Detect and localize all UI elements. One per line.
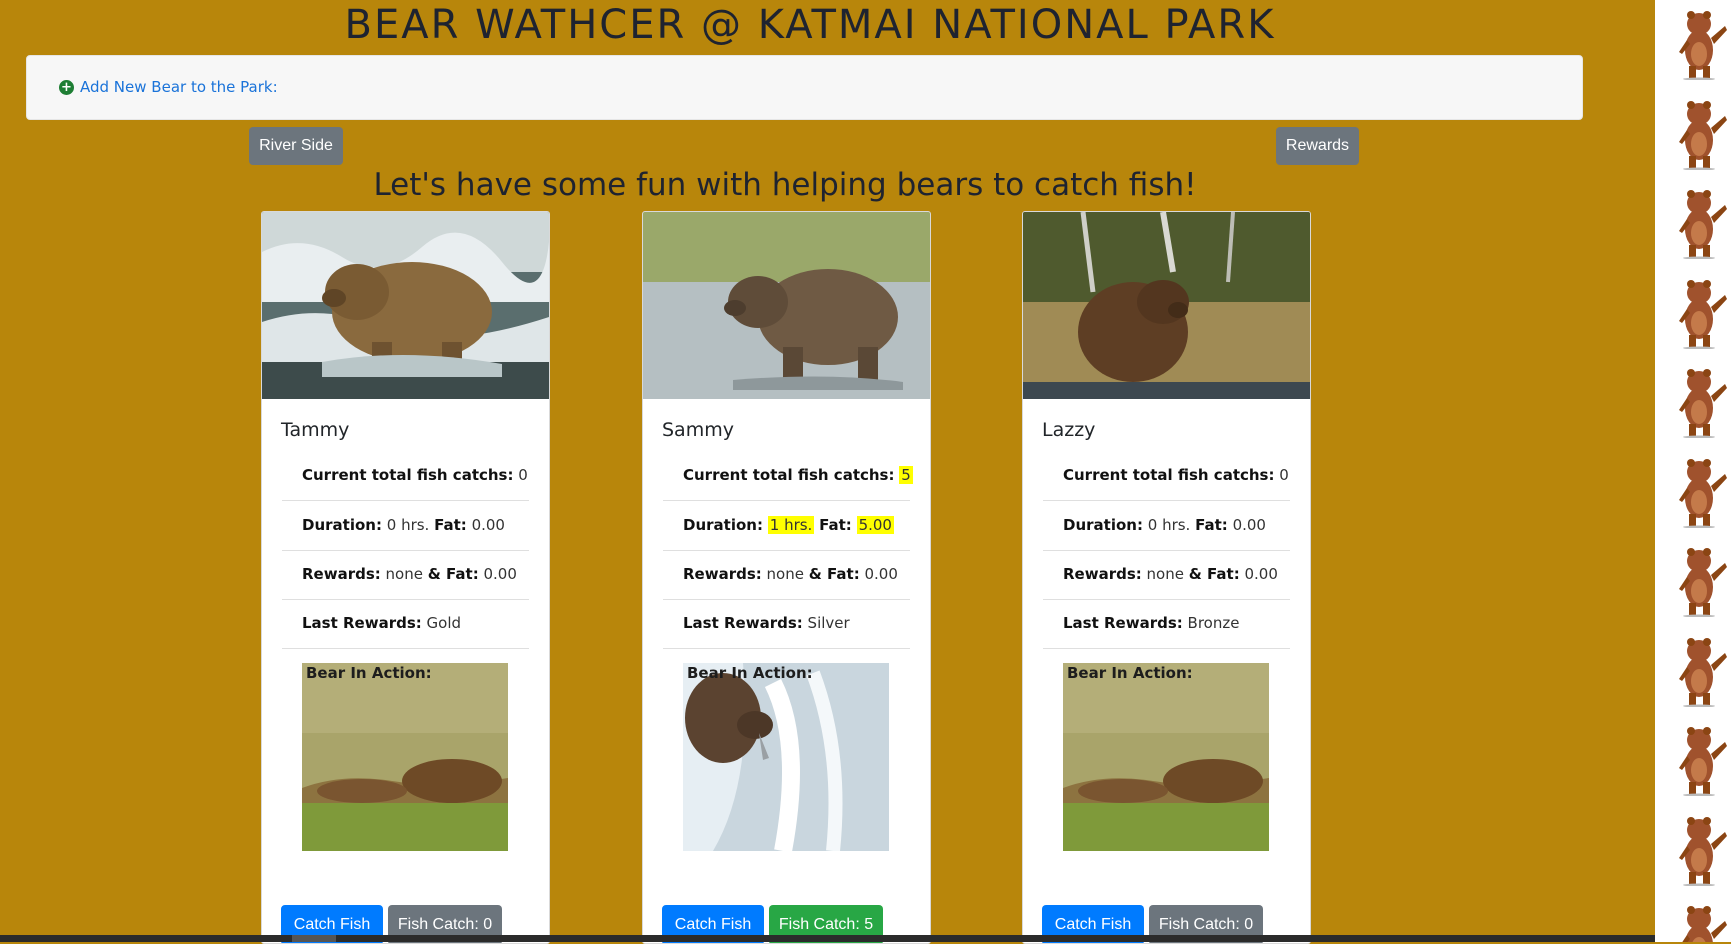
dancing-bear-icon: [1679, 548, 1727, 617]
total-catch-value: 5: [899, 466, 913, 484]
rewards-label: Rewards:: [1063, 565, 1142, 583]
fat-label: Fat:: [1195, 516, 1228, 534]
stat-total-catch: Current total fish catchs: 0: [282, 451, 529, 501]
last-rewards-value: Gold: [426, 614, 462, 632]
stat-total-catch: Current total fish catchs: 5: [663, 451, 913, 501]
rewards-button[interactable]: Rewards: [1276, 127, 1359, 165]
total-catch-label: Current total fish catchs:: [302, 466, 514, 484]
add-bear-label: Add New Bear to the Park:: [80, 78, 278, 96]
bear-in-action-label: Bear In Action:: [306, 664, 432, 682]
fat-label: Fat:: [434, 516, 467, 534]
rewards-value: none: [766, 565, 804, 583]
and-fat-label: & Fat:: [427, 565, 479, 583]
dancing-bear-icon: [1679, 190, 1727, 259]
decorative-bear-strip: [1655, 0, 1731, 942]
total-catch-label: Current total fish catchs:: [1063, 466, 1275, 484]
river-side-button[interactable]: River Side: [249, 127, 343, 165]
and-fat-label: & Fat:: [808, 565, 860, 583]
dancing-bear-icon: [1679, 369, 1727, 438]
hrs-unit: hrs.: [1162, 516, 1191, 534]
stat-last-rewards: Last Rewards: Silver: [663, 599, 910, 649]
add-bear-panel: + Add New Bear to the Park:: [26, 55, 1583, 120]
stat-rewards: Rewards: none & Fat: 0.00: [282, 550, 529, 600]
stat-last-rewards: Last Rewards: Bronze: [1043, 599, 1290, 649]
fat-value: 5.00: [856, 516, 894, 534]
dancing-bear-icon: [1679, 637, 1727, 707]
bear-name: Sammy: [662, 419, 734, 441]
bear-in-action-label: Bear In Action:: [687, 664, 813, 682]
dancing-bear-icon: [1679, 727, 1727, 796]
main-area: BEAR WATHCER @ KATMAI NATIONAL PARK + Ad…: [0, 0, 1655, 944]
hrs-unit: hrs.: [784, 516, 813, 534]
rewards-fat-value: 0.00: [864, 565, 898, 583]
last-rewards-label: Last Rewards:: [302, 614, 422, 632]
total-catch-value: 0: [1279, 466, 1289, 484]
stat-duration: Duration: 1 hrs. Fat: 5.00: [663, 501, 910, 551]
duration-value: 0: [386, 516, 397, 534]
fat-value: 0.00: [1232, 516, 1266, 534]
hrs-unit: hrs.: [401, 516, 430, 534]
bear-in-action: Bear In Action:: [683, 663, 889, 851]
dancing-bear-icon: [1679, 458, 1727, 528]
bear-action-image: [683, 663, 889, 851]
rewards-fat-value: 0.00: [483, 565, 517, 583]
fat-label: Fat:: [819, 516, 852, 534]
bear-action-image: [302, 663, 508, 851]
dancing-bear-icon: [1679, 11, 1727, 80]
duration-value: 0: [1147, 516, 1158, 534]
plus-circle-icon: +: [59, 79, 74, 95]
duration-label: Duration:: [1063, 516, 1143, 534]
dancing-bear-icon: [1679, 816, 1727, 886]
dancing-bear-icon: [1679, 100, 1727, 170]
bear-name: Lazzy: [1042, 419, 1096, 441]
total-catch-value: 0: [518, 466, 528, 484]
bear-card-tammy: Tammy Current total fish catchs: 0 Durat…: [261, 211, 550, 944]
stat-rewards: Rewards: none & Fat: 0.00: [663, 550, 910, 600]
subtitle: Let's have some fun with helping bears t…: [373, 167, 1197, 203]
last-rewards-label: Last Rewards:: [1063, 614, 1183, 632]
page-title: BEAR WATHCER @ KATMAI NATIONAL PARK: [344, 2, 1276, 48]
rewards-value: none: [1146, 565, 1184, 583]
bear-photo-river: [262, 212, 549, 399]
bear-card-sammy: Sammy Current total fish catchs: 5 Durat…: [642, 211, 931, 944]
rewards-value: none: [385, 565, 423, 583]
stat-rewards: Rewards: none & Fat: 0.00: [1043, 550, 1290, 600]
fat-value: 0.00: [471, 516, 505, 534]
stat-last-rewards: Last Rewards: Gold: [282, 599, 529, 649]
rewards-fat-value: 0.00: [1244, 565, 1278, 583]
bear-photo-grass: [1023, 212, 1310, 399]
stat-duration: Duration: 0 hrs. Fat: 0.00: [282, 501, 529, 551]
dancing-bear-icon: [1682, 906, 1727, 942]
add-bear-link[interactable]: + Add New Bear to the Park:: [59, 78, 278, 96]
stat-total-catch: Current total fish catchs: 0: [1043, 451, 1290, 501]
last-rewards-value: Silver: [807, 614, 850, 632]
dancing-bear-icon: [1679, 279, 1727, 349]
rewards-label: Rewards:: [302, 565, 381, 583]
total-catch-label: Current total fish catchs:: [683, 466, 895, 484]
duration-label: Duration:: [302, 516, 382, 534]
and-fat-label: & Fat:: [1188, 565, 1240, 583]
bear-in-action-label: Bear In Action:: [1067, 664, 1193, 682]
bear-action-image: [1063, 663, 1269, 851]
duration-label: Duration:: [683, 516, 763, 534]
last-rewards-label: Last Rewards:: [683, 614, 803, 632]
rewards-label: Rewards:: [683, 565, 762, 583]
last-rewards-value: Bronze: [1187, 614, 1240, 632]
bear-in-action: Bear In Action:: [1063, 663, 1269, 851]
bear-card-lazzy: Lazzy Current total fish catchs: 0 Durat…: [1022, 211, 1311, 944]
bear-photo-shallows: [643, 212, 930, 399]
bear-in-action: Bear In Action:: [302, 663, 508, 851]
scrollbar-thumb[interactable]: [292, 935, 336, 942]
horizontal-scrollbar[interactable]: [0, 935, 1655, 942]
duration-value: 1: [769, 516, 780, 534]
bear-name: Tammy: [281, 419, 350, 441]
stat-duration: Duration: 0 hrs. Fat: 0.00: [1043, 501, 1290, 551]
